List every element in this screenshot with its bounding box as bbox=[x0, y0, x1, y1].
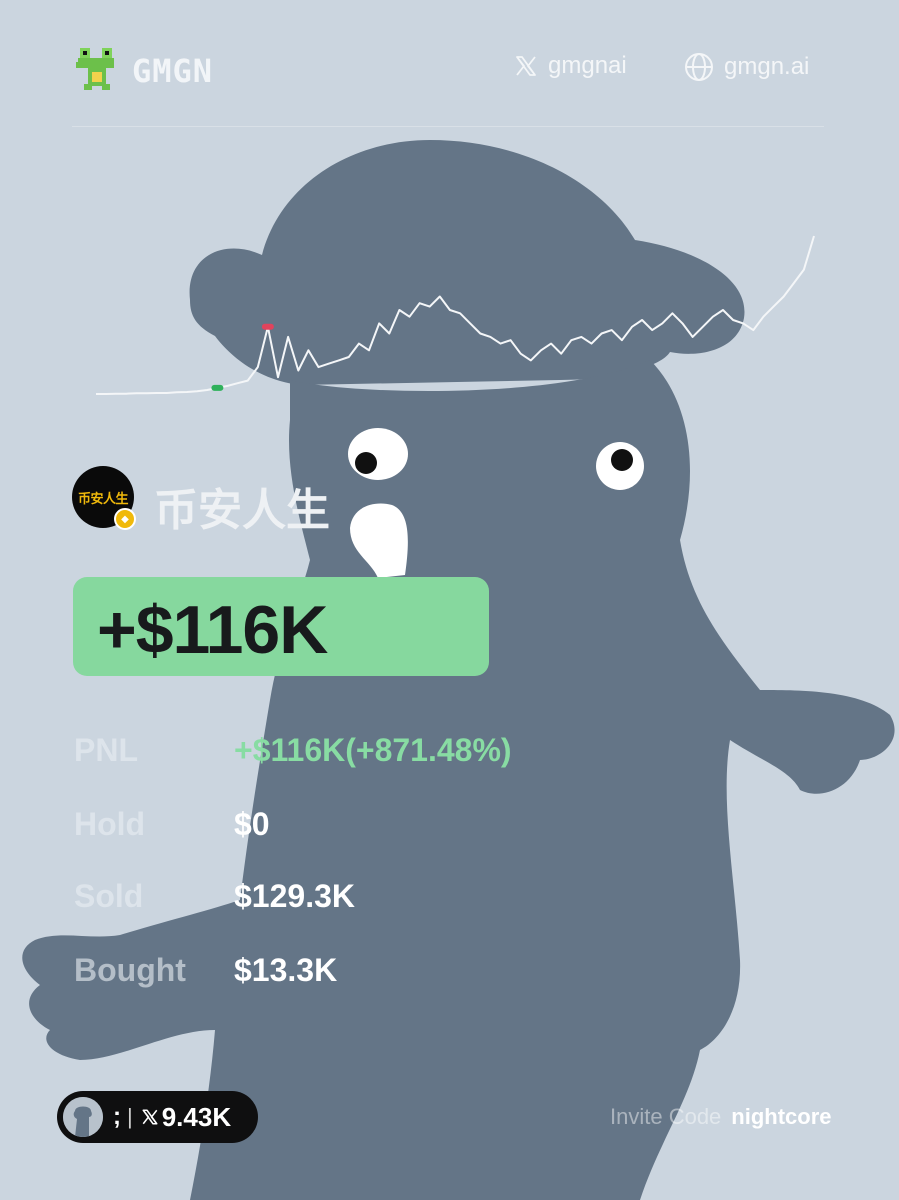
buy-marker bbox=[211, 384, 224, 391]
pnl-headline: +$116K bbox=[97, 592, 328, 668]
website-url: gmgn.ai bbox=[724, 53, 810, 80]
stat-label: Bought bbox=[74, 952, 186, 988]
price-chart bbox=[96, 235, 815, 395]
stat-label: PNL bbox=[74, 732, 138, 768]
referrer-avatar bbox=[63, 1097, 103, 1137]
x-handle: gmgnai bbox=[548, 52, 627, 79]
x-logo-icon bbox=[141, 1108, 159, 1126]
brand-name: GMGN bbox=[132, 52, 214, 90]
stat-label: Sold bbox=[74, 878, 144, 914]
stat-value: $129.3K bbox=[234, 878, 355, 914]
pill-separator: | bbox=[127, 1104, 133, 1129]
referrer-handle: ; bbox=[113, 1103, 121, 1130]
stat-row-bought: Bought $13.3K bbox=[74, 946, 674, 996]
x-link[interactable]: gmgnai bbox=[514, 52, 627, 80]
referrer-avatar-image bbox=[63, 1097, 103, 1137]
username: 币安人生 bbox=[154, 486, 330, 535]
stat-value: +$116K(+871.48%) bbox=[234, 732, 512, 768]
stat-value: $13.3K bbox=[234, 952, 338, 988]
stat-row-pnl: PNL +$116K(+871.48%) bbox=[74, 726, 674, 776]
referrer-pill[interactable]: ; | 9.43K bbox=[57, 1091, 258, 1143]
avatar-text: 币安人生 bbox=[77, 490, 129, 506]
header-divider bbox=[72, 126, 824, 127]
frog-icon bbox=[76, 48, 114, 90]
stat-row-hold: Hold $0 bbox=[74, 800, 674, 850]
invite-label: Invite Code bbox=[610, 1104, 722, 1129]
pnl-highlight-box: +$116K bbox=[73, 577, 489, 676]
stat-label: Hold bbox=[74, 806, 146, 842]
invite-code: Invite Code nightcore bbox=[610, 1104, 832, 1130]
invite-code-value[interactable]: nightcore bbox=[731, 1104, 831, 1129]
header: GMGN gmgnai gmgn.ai bbox=[72, 40, 824, 96]
price-line bbox=[96, 235, 815, 395]
sell-marker bbox=[261, 323, 274, 330]
globe-icon bbox=[685, 53, 713, 81]
website-link[interactable]: gmgn.ai bbox=[684, 52, 809, 82]
stat-row-sold: Sold $129.3K bbox=[74, 872, 674, 922]
pnl-share-card: GMGN gmgnai gmgn.ai 币安人生 ◆ 币安人生 +$116K P… bbox=[0, 0, 899, 1200]
stat-value: $0 bbox=[234, 806, 270, 842]
x-logo-icon bbox=[516, 56, 536, 76]
follower-count: 9.43K bbox=[161, 1101, 232, 1132]
binance-coin-icon: ◆ bbox=[114, 508, 136, 530]
